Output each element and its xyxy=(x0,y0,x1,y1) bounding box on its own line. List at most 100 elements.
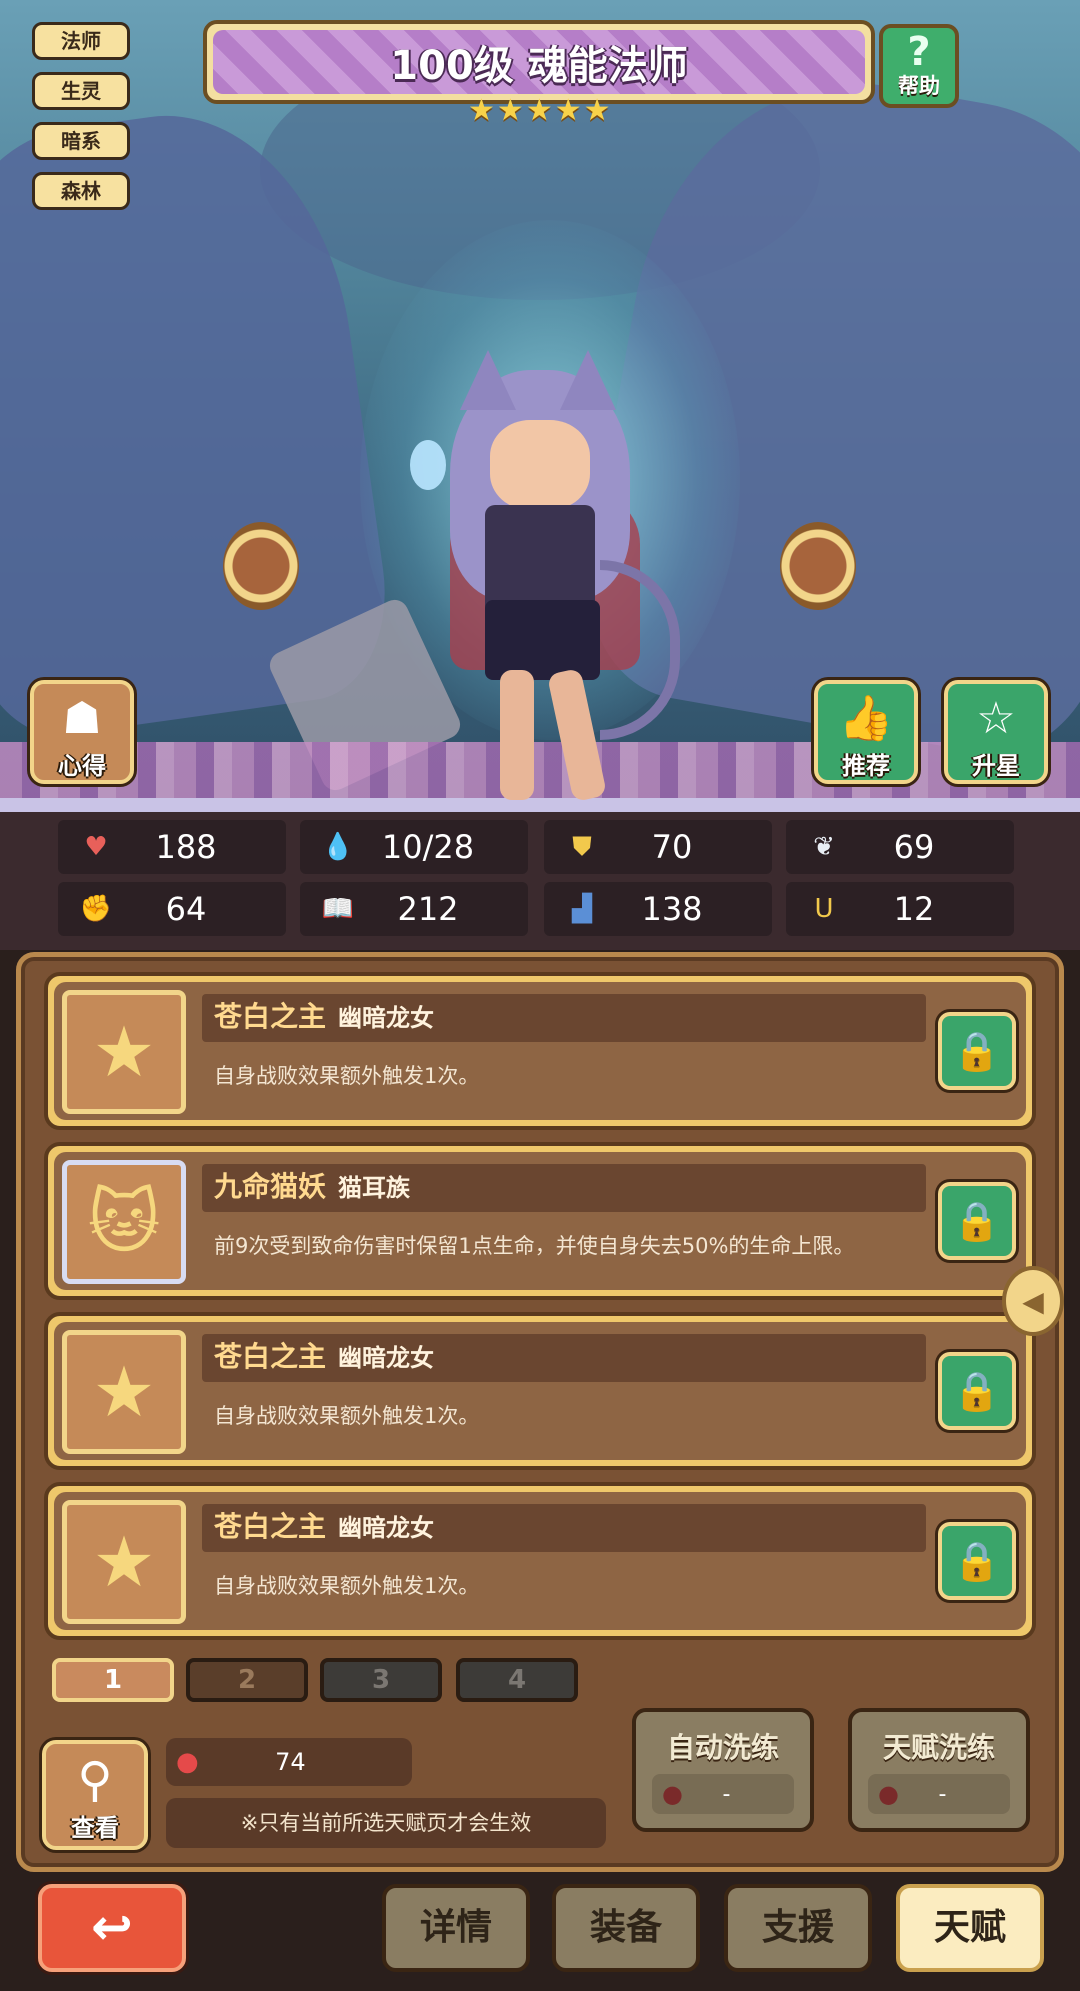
talent-card: 🐱 九命猫妖 猫耳族 前9次受到致命伤害时保留1点生命，并使自身失去50%的生命上限。… xyxy=(54,1152,1026,1290)
star-icon: ★ xyxy=(525,93,553,128)
stat-value: 69 xyxy=(893,828,935,866)
stat-item: ⛊ 70 xyxy=(544,820,772,874)
character-ear-right xyxy=(560,350,616,410)
notes-icon: ☗ xyxy=(62,693,102,744)
talent-wash-label: 天赋洗练 xyxy=(882,1731,995,1764)
star-icon: ★ xyxy=(62,990,186,1114)
talent-name: 九命猫妖 xyxy=(214,1170,327,1203)
stat-item: ♥ 188 xyxy=(58,820,286,874)
thumbs-up-icon: 👍 xyxy=(838,693,894,744)
lock-icon[interactable]: 🔒 xyxy=(938,1012,1016,1090)
heart-icon: ♥ xyxy=(84,832,108,862)
star-icon: ★ xyxy=(496,93,524,128)
question-mark-icon: ? xyxy=(907,29,931,75)
talent-source: 猫耳族 xyxy=(338,1174,411,1202)
stat-item: ❦ 69 xyxy=(786,820,1014,874)
view-button[interactable]: ⚲ 查看 xyxy=(42,1740,148,1850)
back-arrow-icon[interactable]: ↩ xyxy=(38,1884,186,1972)
lock-icon[interactable]: 🔒 xyxy=(938,1352,1016,1430)
view-label: 查看 xyxy=(71,1814,119,1842)
cat-icon: 🐱 xyxy=(62,1160,186,1284)
nav-details-button[interactable]: 详情 xyxy=(382,1884,530,1972)
lock-icon[interactable]: 🔒 xyxy=(938,1522,1016,1600)
stat-value: 12 xyxy=(893,890,935,928)
stat-value: 212 xyxy=(397,890,459,928)
character-ear-left xyxy=(460,350,516,410)
auto-wash-cost: ● - xyxy=(652,1774,794,1814)
talent-row[interactable]: ★ 苍白之主 幽暗龙女自身战败效果额外触发1次。 🔒 xyxy=(44,1482,1036,1640)
nav-talent-button[interactable]: 天赋 xyxy=(896,1884,1044,1972)
talent-name: 苍白之主 xyxy=(214,1510,327,1543)
talent-row[interactable]: ★ 苍白之主 幽暗龙女 自身战败效果额外触发1次。 🔒 xyxy=(44,1312,1036,1470)
talent-description: 自身战败效果额外触发1次。 xyxy=(214,1064,480,1088)
star-up-icon: ☆ xyxy=(976,693,1016,744)
talent-page-tab-4[interactable]: 4 xyxy=(456,1658,578,1702)
talent-source: 幽暗龙女 xyxy=(338,1004,435,1032)
talent-name: 苍白之主 xyxy=(214,1340,327,1373)
tag-habitat: 森林 xyxy=(32,172,130,210)
character-tail xyxy=(600,560,680,740)
talent-row[interactable]: ★ 苍白之主 幽暗龙女自身战败效果额外触发1次。 🔒 xyxy=(44,972,1036,1130)
star-icon: ★ xyxy=(62,1500,186,1624)
talent-name: 苍白之主 xyxy=(214,1000,327,1033)
lock-icon[interactable]: 🔒 xyxy=(938,1182,1016,1260)
talent-page-tab-2[interactable]: 2 xyxy=(186,1658,308,1702)
talent-header: 苍白之主 幽暗龙女 xyxy=(202,1334,926,1382)
talent-page-note: ※只有当前所选天赋页才会生效 xyxy=(166,1798,606,1848)
horseshoe-icon: Ս xyxy=(814,894,834,924)
stat-value: 138 xyxy=(641,890,703,928)
character-face xyxy=(490,420,590,510)
fruit-icon: ● xyxy=(176,1747,199,1777)
nav-support-button[interactable]: 支援 xyxy=(724,1884,872,1972)
star-icon: ★ xyxy=(554,93,582,128)
help-label: 帮助 xyxy=(898,74,940,98)
scroll-handle-icon[interactable]: ◀ xyxy=(1002,1266,1064,1336)
stat-value: 64 xyxy=(165,890,207,928)
fist-icon: ✊ xyxy=(79,894,113,924)
star-rating: ★ ★ ★ ★ ★ xyxy=(468,94,611,128)
talent-card: ★ 苍白之主 幽暗龙女自身战败效果额外触发1次。 🔒 xyxy=(54,982,1026,1120)
stat-value: 188 xyxy=(155,828,217,866)
talent-header: 苍白之主 幽暗龙女 xyxy=(202,1504,926,1552)
help-button[interactable]: ? 帮助 xyxy=(879,24,959,108)
title-banner: 100级 魂能法师 xyxy=(203,20,875,104)
character-sprite[interactable] xyxy=(390,340,690,810)
next-character-coin-icon[interactable] xyxy=(780,522,856,610)
talent-header: 苍白之主 幽暗龙女 xyxy=(202,994,926,1042)
stat-value: 10/28 xyxy=(381,828,475,866)
page-title: 100级 魂能法师 xyxy=(213,30,865,94)
notes-button[interactable]: ☗ 心得 xyxy=(30,680,134,784)
talent-description: 自身战败效果额外触发1次。 xyxy=(214,1574,480,1598)
stat-value: 70 xyxy=(651,828,693,866)
star-icon: ★ xyxy=(468,93,495,128)
stat-item: 📖 212 xyxy=(300,882,528,936)
recommend-button[interactable]: 👍 推荐 xyxy=(814,680,918,784)
talent-header: 九命猫妖 猫耳族 xyxy=(202,1164,926,1212)
shield-icon: ⛊ xyxy=(572,831,592,862)
talent-description: 自身战败效果额外触发1次。 xyxy=(214,1404,480,1428)
nav-equip-button[interactable]: 装备 xyxy=(552,1884,700,1972)
talent-page-tab-3[interactable]: 3 xyxy=(320,1658,442,1702)
talent-card: ★ 苍白之主 幽暗龙女自身战败效果额外触发1次。 🔒 xyxy=(54,1492,1026,1630)
character-body xyxy=(485,505,595,615)
auto-wash-value: - xyxy=(722,1781,731,1807)
fruit-icon: ● xyxy=(878,1780,899,1808)
fruit-count: 74 xyxy=(275,1748,306,1776)
talent-card: ★ 苍白之主 幽暗龙女 自身战败效果额外触发1次。 🔒 xyxy=(54,1322,1026,1460)
auto-wash-label: 自动洗练 xyxy=(666,1731,779,1764)
star-icon: ★ xyxy=(583,93,611,128)
stats-panel: ♥ 188 💧 10/28 ⛊ 70 ❦ 69 ✊ 64 📖 212 ▟ 138 Ս 12 xyxy=(0,812,1080,950)
magnifier-icon: ⚲ xyxy=(77,1752,113,1808)
tag-element: 暗系 xyxy=(32,122,130,160)
book-icon: 📖 xyxy=(321,894,355,924)
talent-wash-button[interactable]: 天赋洗练 ● - xyxy=(848,1708,1030,1832)
stat-item: 💧 10/28 xyxy=(300,820,528,874)
talent-page-tab-1[interactable]: 1 xyxy=(52,1658,174,1702)
spirit-flame-icon xyxy=(410,440,446,490)
talent-row[interactable]: 🐱 九命猫妖 猫耳族 前9次受到致命伤害时保留1点生命，并使自身失去50%的生命上限。… xyxy=(44,1142,1036,1300)
prev-character-coin-icon[interactable] xyxy=(223,522,299,610)
upgrade-star-button[interactable]: ☆ 升星 xyxy=(944,680,1048,784)
auto-wash-button[interactable]: 自动洗练 ● - xyxy=(632,1708,814,1832)
stat-item: Ս 12 xyxy=(786,882,1014,936)
stat-item: ▟ 138 xyxy=(544,882,772,936)
